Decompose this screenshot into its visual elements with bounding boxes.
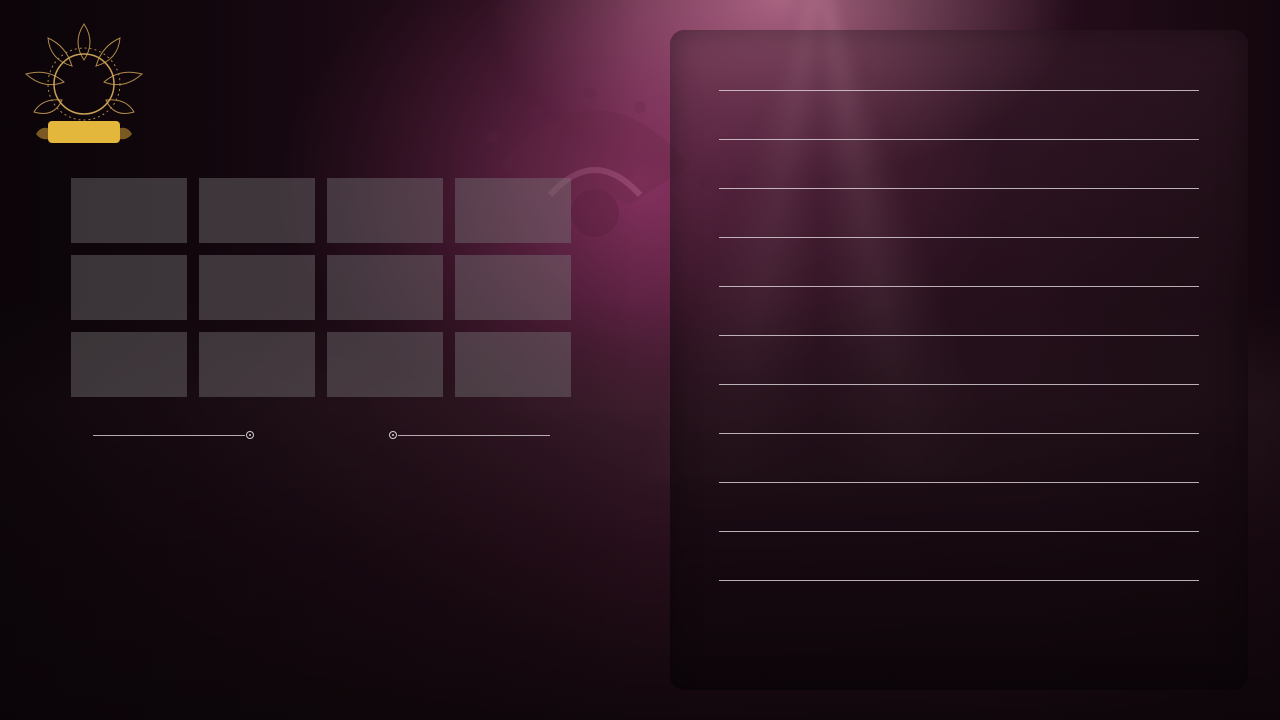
grid-tile[interactable]: [199, 255, 315, 320]
list-item[interactable]: [719, 484, 1199, 532]
list-item[interactable]: [719, 435, 1199, 483]
slider-knob-icon[interactable]: [246, 431, 254, 439]
grid-tile[interactable]: [199, 332, 315, 397]
grid-tile[interactable]: [455, 255, 571, 320]
grid-tile[interactable]: [455, 178, 571, 243]
slider-knob-icon[interactable]: [389, 431, 397, 439]
slider-track: [398, 435, 550, 436]
grid-tile[interactable]: [455, 332, 571, 397]
slider-track: [93, 435, 245, 436]
list-item[interactable]: [719, 141, 1199, 189]
list-item[interactable]: [719, 190, 1199, 238]
list-item[interactable]: [719, 533, 1199, 581]
tile-grid: [71, 178, 571, 397]
grid-tile[interactable]: [71, 332, 187, 397]
list-item[interactable]: [719, 337, 1199, 385]
lotus-emblem-icon: [22, 20, 146, 148]
list-item[interactable]: [719, 288, 1199, 336]
grid-tile[interactable]: [327, 332, 443, 397]
list-item[interactable]: [719, 239, 1199, 287]
grid-tile[interactable]: [327, 178, 443, 243]
page-slider-right[interactable]: [388, 429, 550, 441]
list-item[interactable]: [719, 92, 1199, 140]
grid-tile[interactable]: [327, 255, 443, 320]
list-item[interactable]: [719, 386, 1199, 434]
list-item[interactable]: [719, 43, 1199, 91]
grid-tile[interactable]: [71, 255, 187, 320]
page-slider-left[interactable]: [93, 429, 255, 441]
info-panel: [670, 30, 1248, 690]
grid-tile[interactable]: [199, 178, 315, 243]
grid-tile[interactable]: [71, 178, 187, 243]
